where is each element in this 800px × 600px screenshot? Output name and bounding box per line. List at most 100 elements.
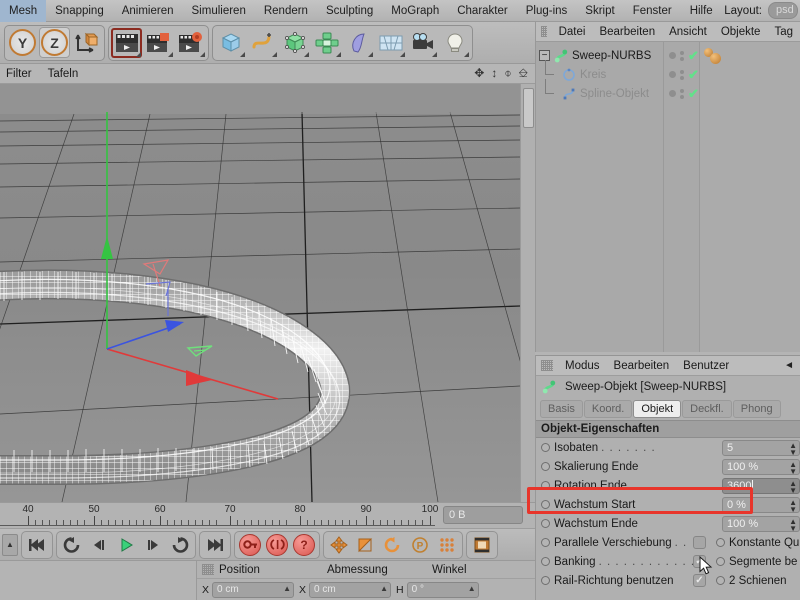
tab-deckfl[interactable]: Deckfl.	[682, 400, 732, 418]
rotation-key-button[interactable]	[380, 533, 406, 557]
visibility-row-2[interactable]: ✔	[664, 65, 699, 84]
tag-row-3[interactable]	[700, 84, 800, 103]
menu-item-mesh[interactable]: Mesh	[0, 0, 47, 22]
viewport-scroll-thumb[interactable]	[523, 88, 534, 128]
add-cube-button[interactable]	[215, 27, 246, 58]
menu-item-skript[interactable]: Skript	[576, 0, 623, 22]
step-back-button[interactable]	[86, 533, 112, 557]
add-camera-button[interactable]	[407, 27, 438, 58]
animation-track-radio-isobaten[interactable]	[541, 443, 550, 452]
filter-menu[interactable]: Filter	[0, 68, 42, 80]
back-navigation-arrow-icon[interactable]: ◄	[784, 360, 800, 371]
om-menu-objekte[interactable]: Objekte	[714, 22, 768, 42]
add-array-button[interactable]	[311, 27, 342, 58]
layout-value[interactable]: psd	[768, 2, 798, 19]
key-selection-button[interactable]: ?	[291, 533, 317, 557]
object-row-sweep-nurbs[interactable]: − Sweep-NURBS	[536, 46, 663, 65]
input-wachstum-ende[interactable]: 100 % ▲ ▼	[722, 515, 800, 532]
animation-track-radio-segmente[interactable]	[716, 557, 725, 566]
render-visibility-dots-icon-2[interactable]	[680, 69, 684, 80]
animation-track-radio-skalierung-ende[interactable]	[541, 462, 550, 471]
animation-track-radio-banking[interactable]	[541, 557, 550, 566]
parameter-key-button[interactable]: P	[407, 533, 433, 557]
editor-visibility-dot-icon-3[interactable]	[669, 90, 676, 97]
menu-item-animieren[interactable]: Animieren	[113, 0, 183, 22]
object-tree[interactable]: − Sweep-NURBS Kreis Spline-Objekt	[536, 42, 664, 352]
object-row-kreis[interactable]: Kreis	[536, 60, 663, 84]
animation-track-radio-2-schienen[interactable]	[716, 576, 725, 585]
go-to-end-button[interactable]	[202, 533, 228, 557]
current-frame-field[interactable]: 0 B	[443, 506, 523, 524]
timeline-button[interactable]	[469, 533, 495, 557]
menu-item-simulieren[interactable]: Simulieren	[183, 0, 255, 22]
tab-phong[interactable]: Phong	[732, 400, 781, 418]
timeline-ruler[interactable]: 40 50 60 70 80 90 100 0 B	[0, 502, 535, 528]
input-wachstum-start[interactable]: 0 % ▲ ▼	[722, 496, 800, 513]
attribute-manager-grip-icon[interactable]	[541, 360, 553, 371]
render-visibility-dots-icon[interactable]	[680, 50, 684, 61]
coord-position-x-field[interactable]: 0 cm ▲	[212, 582, 295, 598]
tag-row-2[interactable]	[700, 65, 800, 84]
input-isobaten[interactable]: 5 ▲ ▼	[722, 439, 800, 456]
menu-item-mograph[interactable]: MoGraph	[382, 0, 448, 22]
panel-grip-icon[interactable]	[202, 564, 214, 575]
om-menu-ansicht[interactable]: Ansicht	[662, 22, 714, 42]
menu-item-sculpting[interactable]: Sculpting	[317, 0, 382, 22]
tab-objekt[interactable]: Objekt	[633, 400, 682, 418]
om-menu-bearbeiten[interactable]: Bearbeiten	[592, 22, 662, 42]
rotate-icon[interactable]: ⌽	[504, 66, 511, 81]
tab-basis[interactable]: Basis	[540, 400, 583, 418]
dolly-icon[interactable]: ↕	[491, 66, 497, 81]
editor-visibility-dot-icon[interactable]	[669, 52, 676, 59]
input-skalierung-ende[interactable]: 100 % ▲ ▼	[722, 458, 800, 475]
om-menu-tag[interactable]: Tag	[767, 22, 800, 42]
visibility-row-1[interactable]: ✔	[664, 46, 699, 65]
record-key-button[interactable]	[237, 533, 263, 557]
animation-track-radio-wachstum-start[interactable]	[541, 500, 550, 509]
step-forward-button[interactable]	[140, 533, 166, 557]
position-x-stepper[interactable]: ▲	[283, 584, 291, 593]
tab-koord[interactable]: Koord.	[583, 400, 633, 418]
panels-menu[interactable]: Tafeln	[42, 68, 89, 80]
om-menu-datei[interactable]: Datei	[552, 22, 593, 42]
editor-visibility-dot-icon-2[interactable]	[669, 71, 676, 78]
menu-item-hilfe[interactable]: Hilfe	[681, 0, 722, 22]
add-deformer-button[interactable]	[343, 27, 374, 58]
input-rotation-ende[interactable]: 3600 ▲ ▼	[722, 477, 800, 494]
autokey-button[interactable]	[264, 533, 290, 557]
angle-h-stepper[interactable]: ▲	[468, 584, 476, 593]
loop-button[interactable]	[167, 533, 193, 557]
coord-size-x-field[interactable]: 0 cm ▲	[309, 582, 392, 598]
add-scene-button[interactable]	[375, 27, 406, 58]
checkbox-parallele-verschiebung[interactable]	[693, 536, 706, 549]
add-light-button[interactable]	[439, 27, 470, 58]
animation-track-radio-wachstum-ende[interactable]	[541, 519, 550, 528]
isobaten-stepper[interactable]: ▲ ▼	[789, 441, 797, 456]
world-object-axis-button[interactable]	[71, 27, 102, 58]
animation-track-radio-konstante-quer[interactable]	[716, 538, 725, 547]
menu-item-charakter[interactable]: Charakter	[448, 0, 517, 22]
wachstum-ende-stepper[interactable]: ▲ ▼	[789, 517, 797, 532]
z-axis-lock-button[interactable]: Z	[39, 27, 70, 58]
scale-key-button[interactable]	[353, 533, 379, 557]
pan-icon[interactable]: ✥	[474, 66, 484, 81]
render-view-button[interactable]	[111, 27, 142, 58]
play-button[interactable]	[113, 533, 139, 557]
add-spline-button[interactable]	[247, 27, 278, 58]
render-visibility-dots-icon-3[interactable]	[680, 88, 684, 99]
menu-item-rendern[interactable]: Rendern	[255, 0, 317, 22]
menu-item-plugins[interactable]: Plug-ins	[517, 0, 577, 22]
play-reverse-loop-button[interactable]	[59, 533, 85, 557]
visibility-row-3[interactable]: ✔	[664, 84, 699, 103]
object-row-spline-objekt[interactable]: Spline-Objekt	[536, 79, 663, 103]
rotation-ende-stepper[interactable]: ▲ ▼	[789, 479, 797, 494]
wachstum-start-stepper[interactable]: ▲ ▼	[789, 498, 797, 513]
object-manager-grip-icon[interactable]	[541, 26, 547, 37]
layout-selector[interactable]: Layout: psd	[724, 2, 800, 19]
skalierung-ende-stepper[interactable]: ▲ ▼	[789, 460, 797, 475]
enabled-check-icon-2[interactable]: ✔	[688, 68, 699, 81]
enabled-check-icon-3[interactable]: ✔	[688, 87, 699, 100]
am-menu-modus[interactable]: Modus	[558, 356, 607, 376]
viewport-vertical-scrollbar[interactable]	[520, 84, 535, 502]
coord-angle-h-field[interactable]: 0 ° ▲	[406, 582, 479, 598]
